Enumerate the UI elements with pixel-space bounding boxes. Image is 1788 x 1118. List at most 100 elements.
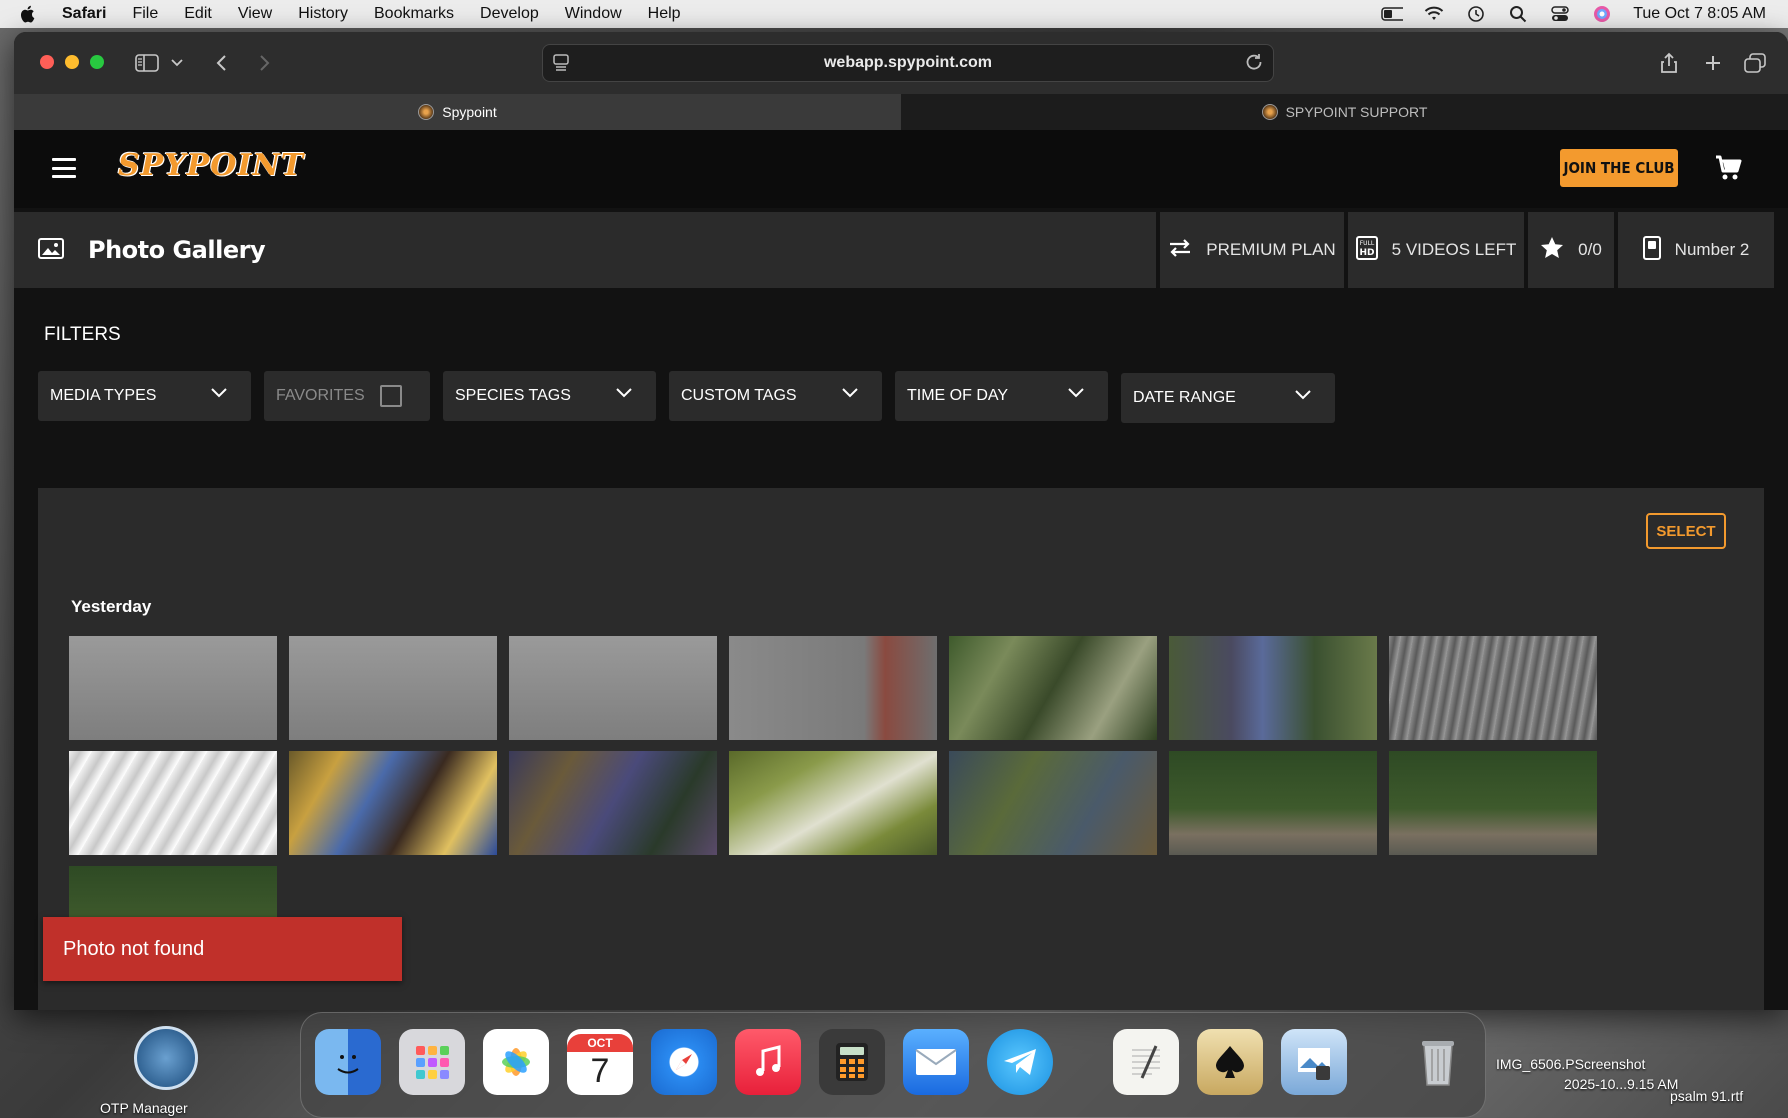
photo-thumbnail[interactable] <box>729 751 937 855</box>
tab-overview-icon[interactable] <box>1742 50 1768 76</box>
menu-bar: Safari File Edit View History Bookmarks … <box>0 0 1788 28</box>
tab-label: Spypoint <box>442 104 497 120</box>
calculator-icon[interactable] <box>819 1029 885 1095</box>
back-arrow-icon[interactable] <box>208 50 234 76</box>
chevron-down-icon <box>1068 385 1084 403</box>
photo-thumbnail[interactable] <box>729 636 937 740</box>
apple-icon[interactable] <box>18 5 36 23</box>
menu-file[interactable]: File <box>132 5 158 23</box>
time-machine-icon[interactable] <box>1465 6 1487 22</box>
time-of-day-filter[interactable]: TIME OF DAY <box>895 371 1108 421</box>
photo-thumbnail[interactable] <box>69 866 277 920</box>
favorites-count-label: 0/0 <box>1578 240 1602 259</box>
photo-thumbnail[interactable] <box>509 751 717 855</box>
launchpad-icon[interactable] <box>399 1029 465 1095</box>
new-tab-icon[interactable] <box>1700 50 1726 76</box>
menu-help[interactable]: Help <box>648 5 681 23</box>
photo-thumbnail[interactable] <box>1169 751 1377 855</box>
desktop-file-label[interactable]: psalm 91.rtf <box>1670 1088 1743 1104</box>
camera-icon <box>1642 235 1661 265</box>
photo-thumbnail[interactable] <box>949 636 1157 740</box>
species-tags-filter[interactable]: SPECIES TAGS <box>443 371 656 421</box>
plan-label: PREMIUM PLAN <box>1206 240 1336 259</box>
menu-window[interactable]: Window <box>565 5 622 23</box>
media-types-label: MEDIA TYPES <box>50 387 157 404</box>
mail-icon[interactable] <box>903 1029 969 1095</box>
menu-view[interactable]: View <box>238 5 272 23</box>
battery-icon[interactable] <box>1381 6 1404 22</box>
videos-left-button[interactable]: HD FULL 5 VIDEOS LEFT <box>1348 212 1524 288</box>
spypoint-logo[interactable]: SPYPOINT <box>118 148 304 183</box>
solitaire-icon[interactable] <box>1197 1029 1263 1095</box>
minimize-window-button[interactable] <box>65 55 79 69</box>
tab-label: SPYPOINT SUPPORT <box>1285 104 1428 120</box>
photo-thumbnail[interactable] <box>69 751 277 855</box>
favorites-filter[interactable]: FAVORITES <box>264 371 430 421</box>
photo-thumbnail[interactable] <box>1169 636 1377 740</box>
wifi-icon[interactable] <box>1423 6 1445 22</box>
plan-button[interactable]: PREMIUM PLAN <box>1160 212 1344 288</box>
chevron-down-icon <box>616 385 632 403</box>
share-icon[interactable] <box>1656 50 1682 76</box>
photo-thumbnail[interactable] <box>509 636 717 740</box>
chevron-down-icon[interactable] <box>164 50 190 76</box>
preview-icon[interactable] <box>1281 1029 1347 1095</box>
forward-arrow-icon[interactable] <box>252 50 278 76</box>
music-icon[interactable] <box>735 1029 801 1095</box>
photo-thumbnail[interactable] <box>289 751 497 855</box>
safari-icon[interactable] <box>651 1029 717 1095</box>
menu-edit[interactable]: Edit <box>184 5 212 23</box>
custom-tags-filter[interactable]: CUSTOM TAGS <box>669 371 882 421</box>
calendar-icon[interactable]: OCT 7 <box>567 1029 633 1095</box>
close-window-button[interactable] <box>40 55 54 69</box>
date-range-filter[interactable]: DATE RANGE <box>1121 373 1335 423</box>
desktop-file-label[interactable]: 2025-10...9.15 AM <box>1564 1076 1678 1092</box>
siri-icon[interactable] <box>1591 6 1613 22</box>
calendar-month: OCT <box>567 1033 633 1052</box>
desktop-file-label[interactable]: IMG_6506.PScreenshot <box>1496 1056 1645 1072</box>
browser-toolbar: webapp.spypoint.com <box>14 32 1788 94</box>
control-center-icon[interactable] <box>1549 6 1571 22</box>
fullscreen-window-button[interactable] <box>90 55 104 69</box>
finder-icon[interactable] <box>315 1029 381 1095</box>
sidebar-toggle-icon[interactable] <box>134 50 160 76</box>
window-controls <box>40 55 104 69</box>
photo-thumbnail[interactable] <box>69 636 277 740</box>
svg-text:FULL: FULL <box>1359 240 1374 247</box>
join-the-club-button[interactable]: JOIN THE CLUB <box>1560 149 1678 187</box>
favorites-count-button[interactable]: 0/0 <box>1528 212 1614 288</box>
photo-thumbnail[interactable] <box>289 636 497 740</box>
menu-bookmarks[interactable]: Bookmarks <box>374 5 454 23</box>
spypoint-favicon-icon <box>418 104 435 120</box>
telegram-icon[interactable] <box>987 1029 1053 1095</box>
menu-develop[interactable]: Develop <box>480 5 539 23</box>
spotlight-search-icon[interactable] <box>1507 6 1529 23</box>
photo-thumbnail[interactable] <box>949 751 1157 855</box>
page-title: Photo Gallery <box>88 236 266 264</box>
favorites-checkbox[interactable] <box>380 385 402 407</box>
tab-bar: Spypoint SPYPOINT SUPPORT <box>14 94 1788 130</box>
otp-manager-label: OTP Manager <box>100 1100 188 1116</box>
textedit-icon[interactable] <box>1113 1029 1179 1095</box>
hamburger-menu-icon[interactable] <box>52 158 76 178</box>
page-settings-icon[interactable] <box>553 54 569 77</box>
menubar-clock[interactable]: Tue Oct 7 8:05 AM <box>1633 5 1766 23</box>
media-types-filter[interactable]: MEDIA TYPES <box>38 371 251 421</box>
tab-spypoint[interactable]: Spypoint <box>14 94 901 130</box>
photo-thumbnail[interactable] <box>1389 636 1597 740</box>
menu-app-name[interactable]: Safari <box>62 5 106 23</box>
shopping-cart-icon[interactable] <box>1714 154 1742 187</box>
select-button[interactable]: SELECT <box>1646 513 1726 549</box>
reload-icon[interactable] <box>1245 53 1263 76</box>
menu-history[interactable]: History <box>298 5 348 23</box>
address-bar[interactable]: webapp.spypoint.com <box>542 44 1274 82</box>
camera-selector-button[interactable]: Number 2 <box>1618 212 1774 288</box>
url-text: webapp.spypoint.com <box>823 54 992 71</box>
photos-icon[interactable] <box>483 1029 549 1095</box>
otp-manager-app-icon[interactable] <box>134 1026 198 1090</box>
trash-icon[interactable] <box>1405 1029 1471 1095</box>
tab-spypoint-support[interactable]: SPYPOINT SUPPORT <box>901 94 1788 130</box>
photo-thumbnail[interactable] <box>1389 751 1597 855</box>
photo-gallery-icon <box>38 236 66 265</box>
dock: OCT 7 <box>300 1012 1486 1118</box>
